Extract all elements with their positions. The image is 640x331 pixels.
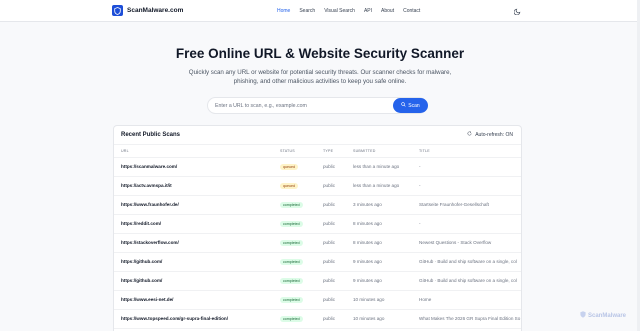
col-submitted: SUBMITTED [346, 145, 412, 158]
hero-description: Quickly scan any URL or website for pote… [188, 69, 452, 85]
row-status: queued [273, 176, 316, 196]
status-badge: completed [280, 296, 303, 303]
row-type: public [316, 157, 346, 177]
row-status: completed [273, 309, 316, 329]
status-badge: completed [280, 239, 303, 246]
shield-icon [112, 5, 123, 16]
nav-link-about[interactable]: About [381, 8, 394, 14]
status-badge: completed [280, 258, 303, 265]
table-row[interactable]: https://www.fraunhofer.de/ completed pub… [114, 195, 521, 215]
col-status: STATUS [273, 145, 316, 158]
search-icon [401, 102, 406, 109]
autorefresh-label: Auto-refresh: ON [475, 131, 513, 138]
status-badge: queued [280, 182, 298, 189]
scan-button-label: Scan [408, 102, 420, 109]
status-badge: completed [280, 220, 303, 227]
row-type: public [316, 195, 346, 215]
table-row[interactable]: https://www.topspeed.com/gr-supra-final-… [114, 309, 521, 329]
row-submitted: 10 minutes ago [346, 309, 412, 329]
table-row[interactable]: https://www.eesi-net.de/ completed publi… [114, 290, 521, 310]
nav-link-visual-search[interactable]: Visual Search [324, 8, 355, 14]
nav-link-contact[interactable]: Contact [403, 8, 420, 14]
row-submitted: less than a minute ago [346, 157, 412, 177]
row-title: Startseite Fraunhofer-Gesellschaft [412, 195, 521, 215]
row-submitted: less than a minute ago [346, 176, 412, 196]
status-badge: completed [280, 315, 303, 322]
row-submitted: 9 minutes ago [346, 252, 412, 272]
table-row[interactable]: https://scanmalware.com/ queued public l… [114, 157, 521, 177]
scan-button[interactable]: Scan [393, 98, 428, 113]
nav-link-api[interactable]: API [364, 8, 372, 14]
table-row[interactable]: https://actv.avmspa.it/it queued public … [114, 176, 521, 196]
row-submitted: 8 minutes ago [346, 214, 412, 234]
brand[interactable]: ScanMalware.com [112, 5, 183, 16]
row-url[interactable]: https://stackoverflow.com/ [114, 233, 273, 253]
row-type: public [316, 309, 346, 329]
row-status: completed [273, 214, 316, 234]
table-row[interactable]: https://stackoverflow.com/ completed pub… [114, 233, 521, 253]
table-header-row: URL STATUS TYPE SUBMITTED TITLE [114, 145, 521, 158]
row-type: public [316, 271, 346, 291]
table-row[interactable]: https://github.com/ completed public 9 m… [114, 252, 521, 272]
row-type: public [316, 214, 346, 234]
brand-name: ScanMalware.com [127, 7, 184, 14]
shield-icon [580, 311, 586, 320]
row-title: What Makes The 2026 GR Supra Final Editi… [412, 309, 521, 329]
nav-link-search[interactable]: Search [299, 8, 315, 14]
row-url[interactable]: https://actv.avmspa.it/it [114, 176, 273, 196]
status-badge: completed [280, 277, 303, 284]
col-url: URL [114, 145, 273, 158]
row-title: GitHub · Build and ship software on a si… [412, 252, 521, 272]
refresh-icon [467, 131, 472, 138]
row-url[interactable]: https://github.com/ [114, 271, 273, 291]
table-row[interactable]: https://github.com/ completed public 9 m… [114, 271, 521, 291]
row-url[interactable]: https://www.topspeed.com/gr-supra-final-… [114, 309, 273, 329]
recent-scans-table: URL STATUS TYPE SUBMITTED TITLE https://… [114, 145, 521, 329]
watermark-text: ScanMalware [588, 312, 627, 319]
row-url[interactable]: https://reddit.com/ [114, 214, 273, 234]
col-title: TITLE [412, 145, 521, 158]
recent-scans-card: Recent Public Scans Auto-refresh: ON URL… [113, 125, 522, 331]
row-title: Newest Questions - Stack Overflow [412, 233, 521, 253]
nav-links: Home Search Visual Search API About Cont… [277, 0, 420, 22]
page-title: Free Online URL & Website Security Scann… [175, 46, 465, 61]
row-url[interactable]: https://scanmalware.com/ [114, 157, 273, 177]
status-badge: queued [280, 163, 298, 170]
row-title: - [412, 214, 521, 234]
row-url[interactable]: https://www.eesi-net.de/ [114, 290, 273, 310]
row-status: queued [273, 157, 316, 177]
row-status: completed [273, 195, 316, 215]
recent-scans-header: Recent Public Scans Auto-refresh: ON [114, 126, 521, 145]
row-submitted: 9 minutes ago [346, 271, 412, 291]
row-submitted: 8 minutes ago [346, 233, 412, 253]
row-title: GitHub · Build and ship software on a si… [412, 271, 521, 291]
row-type: public [316, 290, 346, 310]
row-status: completed [273, 233, 316, 253]
row-submitted: 10 minutes ago [346, 290, 412, 310]
moon-icon[interactable] [512, 6, 522, 16]
row-status: completed [273, 252, 316, 272]
row-url[interactable]: https://github.com/ [114, 252, 273, 272]
row-title: - [412, 157, 521, 177]
row-type: public [316, 252, 346, 272]
top-navbar: ScanMalware.com Home Search Visual Searc… [0, 0, 640, 22]
nav-link-home[interactable]: Home [277, 8, 290, 14]
row-status: completed [273, 271, 316, 291]
row-url[interactable]: https://www.fraunhofer.de/ [114, 195, 273, 215]
row-title: Home [412, 290, 521, 310]
watermark: ScanMalware [580, 311, 626, 320]
recent-scans-title: Recent Public Scans [121, 132, 181, 138]
status-badge: completed [280, 201, 303, 208]
row-status: completed [273, 290, 316, 310]
row-type: public [316, 233, 346, 253]
table-row[interactable]: https://reddit.com/ completed public 8 m… [114, 214, 521, 234]
row-type: public [316, 176, 346, 196]
autorefresh-toggle[interactable]: Auto-refresh: ON [467, 131, 513, 138]
row-submitted: 3 minutes ago [346, 195, 412, 215]
row-title: - [412, 176, 521, 196]
url-input[interactable] [208, 98, 388, 113]
col-type: TYPE [316, 145, 346, 158]
